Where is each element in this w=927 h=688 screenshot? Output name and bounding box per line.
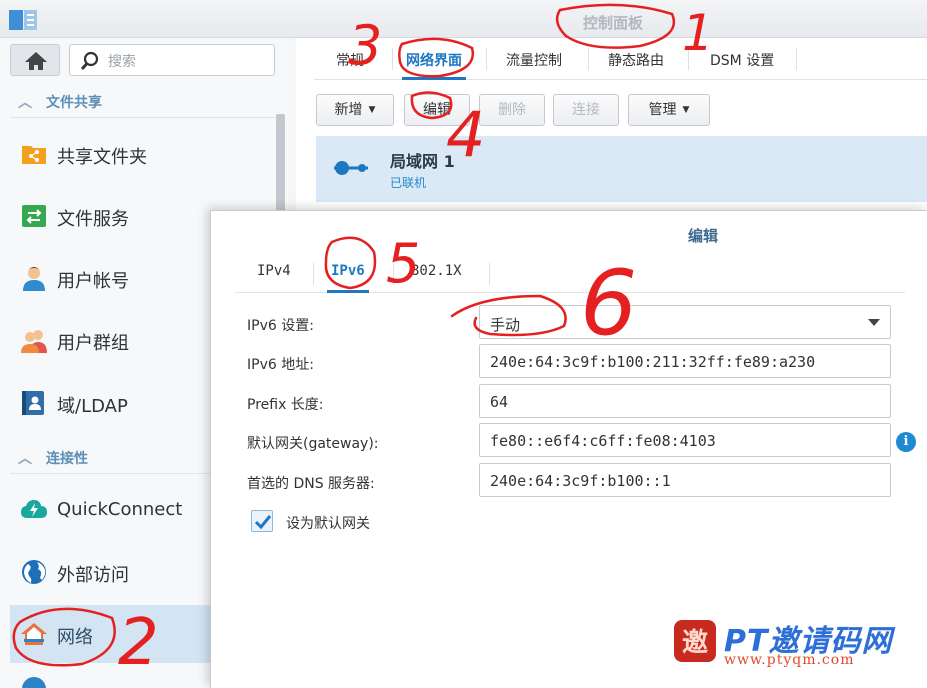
domain-ldap-icon (22, 391, 44, 415)
default-gateway-checkbox[interactable] (251, 510, 273, 532)
window-title: 控制面板 (583, 14, 644, 32)
dialog-tabs: IPv4 IPv6 802.1X (235, 253, 905, 293)
section-file-sharing[interactable]: ︿ 文件共享 (18, 92, 102, 112)
interface-name: 局域网 1 (390, 152, 455, 171)
tab-general[interactable]: 常规 (336, 50, 364, 70)
tab-network-interface[interactable]: 网络界面 (402, 50, 466, 80)
watermark-logo: 邀 (674, 620, 716, 662)
tab-divider (796, 48, 797, 70)
sidebar-item-label: 外部访问 (57, 565, 129, 586)
delete-button[interactable]: 删除 (479, 94, 545, 126)
chevron-up-icon: ︿ (18, 451, 32, 467)
sidebar-item-label: 文件服务 (57, 209, 129, 230)
sidebar-item-label: 网络 (57, 627, 93, 648)
sidebar-item-label: 域/LDAP (57, 396, 128, 417)
search-placeholder: 搜索 (108, 54, 136, 70)
tab-divider (486, 48, 487, 70)
create-button[interactable]: 新增 ▼ (316, 94, 394, 126)
sidebar-item-label: QuickConnect (57, 499, 183, 520)
caret-down-icon: ▼ (682, 105, 690, 115)
ipv6-address-input[interactable]: 240e:64:3c9f:b100:211:32ff:fe89:a230 (479, 344, 891, 378)
chevron-down-icon (868, 319, 880, 326)
watermark-logo-char: 邀 (682, 628, 708, 658)
sidebar-item-label: 用户群组 (57, 333, 129, 354)
tab-divider (688, 48, 689, 70)
tab-divider (588, 48, 589, 70)
info-icon[interactable]: i (896, 432, 916, 452)
ipv6-setting-select[interactable]: 手动 (479, 305, 891, 339)
tab-static-route[interactable]: 静态路由 (608, 50, 664, 70)
main-panel: 常规 网络界面 流量控制 静态路由 DSM 设置 新增 ▼ 编辑 删除 连接 管理… (296, 38, 927, 218)
interface-row-lan1[interactable]: 局域网 1 已联机 (316, 136, 927, 202)
tab-divider (489, 263, 490, 285)
group-icon (21, 330, 47, 353)
network-link-icon (334, 161, 368, 175)
tab-divider (393, 263, 394, 285)
tab-ipv6[interactable]: IPv6 (327, 263, 369, 293)
checkmark-icon (254, 515, 272, 530)
ipv6-setting-label: IPv6 设置: (247, 318, 314, 334)
quickconnect-cloud-icon (21, 500, 47, 518)
manage-button[interactable]: 管理 ▼ (628, 94, 710, 126)
dns-server-input[interactable]: 240e:64:3c9f:b100::1 (479, 463, 891, 497)
sidebar-item-label: 用户帐号 (57, 271, 129, 292)
interface-status: 已联机 (390, 176, 427, 190)
chevron-up-icon: ︿ (18, 95, 32, 111)
home-network-icon (21, 623, 47, 645)
dialog-title: 编辑 (688, 227, 719, 245)
connect-button[interactable]: 连接 (553, 94, 619, 126)
title-bar: 控制面板 (0, 0, 927, 38)
home-icon (25, 52, 47, 70)
tab-traffic-control[interactable]: 流量控制 (506, 50, 562, 70)
tab-802-1x[interactable]: 802.1X (411, 263, 462, 279)
globe-icon (22, 560, 46, 584)
dns-server-label: 首选的 DNS 服务器: (247, 476, 375, 492)
tab-divider (313, 263, 314, 285)
prefix-length-label: Prefix 长度: (247, 397, 324, 413)
home-button[interactable] (10, 44, 60, 76)
sidebar-item-shared-folder[interactable]: 共享文件夹 (10, 125, 278, 183)
tab-dsm-settings[interactable]: DSM 设置 (710, 50, 774, 70)
gateway-input[interactable]: fe80::e6f4:c6ff:fe08:4103 (479, 423, 891, 457)
ipv6-address-label: IPv6 地址: (247, 357, 314, 373)
caret-down-icon: ▼ (368, 105, 376, 115)
control-panel-app-icon[interactable] (8, 8, 38, 32)
user-icon (23, 267, 45, 291)
partial-icon (22, 677, 46, 688)
edit-button[interactable]: 编辑 (404, 94, 470, 126)
file-services-icon (22, 205, 46, 227)
gateway-label: 默认网关(gateway): (247, 436, 379, 452)
main-tabs: 常规 网络界面 流量控制 静态路由 DSM 设置 (314, 38, 927, 80)
default-gateway-label: 设为默认网关 (286, 516, 370, 532)
divider (10, 117, 280, 118)
search-icon (80, 51, 99, 71)
watermark-url: www.ptyqm.com (724, 652, 855, 668)
tab-divider (392, 48, 393, 70)
shared-folder-icon (22, 146, 46, 164)
prefix-length-input[interactable]: 64 (479, 384, 891, 418)
search-input[interactable]: 搜索 (69, 44, 275, 76)
sidebar-item-label: 共享文件夹 (57, 147, 147, 168)
section-connectivity[interactable]: ︿ 连接性 (18, 448, 88, 468)
tab-ipv4[interactable]: IPv4 (257, 263, 291, 279)
